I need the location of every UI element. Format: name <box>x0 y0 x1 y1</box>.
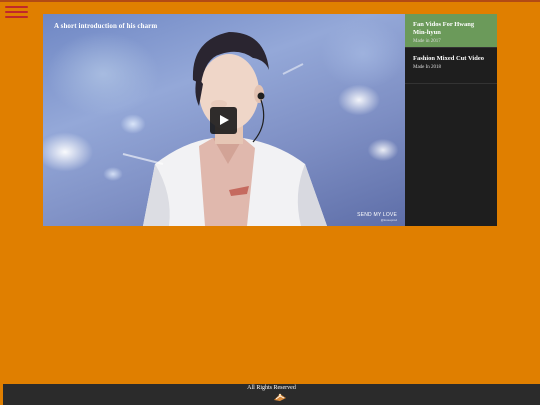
footer-copyright: All Rights Reserved <box>247 385 296 391</box>
footer: All Rights Reserved <box>3 384 540 405</box>
playlist-item-meta: Made In 2018 <box>413 65 442 70</box>
page: A short introduction of his charm SEND M… <box>0 0 540 405</box>
menu-bar <box>5 6 28 8</box>
hamburger-menu-icon[interactable] <box>5 4 28 19</box>
playlist-item-fashion-video[interactable]: Fashion Mixed Cut Video Made In 2018 <box>405 48 497 84</box>
menu-bar <box>5 11 28 13</box>
menu-bar <box>5 16 28 18</box>
watermark-handle: @loveeprod <box>380 218 397 222</box>
top-border <box>0 0 540 2</box>
play-icon[interactable] <box>210 107 237 134</box>
playlist-item-title: Fashion Mixed Cut Video <box>413 55 484 62</box>
playlist-item-fan-videos[interactable]: Fan Vidos For Hwang Min-hyun Made in 201… <box>405 14 497 48</box>
site-logo-icon <box>274 393 286 401</box>
video-player: A short introduction of his charm SEND M… <box>43 14 497 226</box>
video-watermark: SEND MY LOVE @loveeprod <box>357 212 397 222</box>
video-title: A short introduction of his charm <box>54 22 158 30</box>
playlist-item-title: Fan Vidos For Hwang Min-hyun <box>413 21 475 36</box>
video-frame[interactable]: A short introduction of his charm SEND M… <box>43 14 405 226</box>
playlist-item-meta: Made in 2017 <box>413 39 441 44</box>
video-playlist: Fan Vidos For Hwang Min-hyun Made in 201… <box>405 14 497 226</box>
